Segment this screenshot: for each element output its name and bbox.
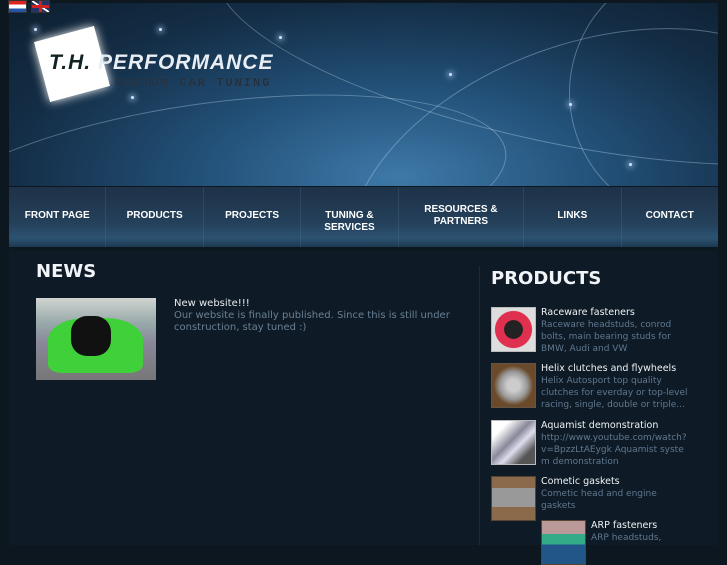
nav-links[interactable]: LINKS (524, 187, 622, 247)
product-name[interactable]: Raceware fasteners (541, 307, 691, 319)
site-header: T.H. PERFORMANCE CUSTOM CAR TUNING (9, 3, 718, 186)
logo-tagline: CUSTOM CAR TUNING (115, 76, 272, 90)
product-name[interactable]: Cometic gaskets (541, 476, 691, 488)
product-desc: ARP headstuds, (591, 533, 662, 543)
products-heading: PRODUCTS (491, 268, 602, 289)
nav-products[interactable]: PRODUCTS (106, 187, 204, 247)
nav-projects[interactable]: PROJECTS (204, 187, 302, 247)
logo-initials: T.H. (49, 51, 92, 74)
product-desc: Cometic head and engine gaskets (541, 489, 657, 511)
product-thumbnail[interactable] (541, 520, 586, 565)
logo-name: PERFORMANCE (97, 51, 274, 74)
product-thumbnail[interactable] (491, 307, 536, 352)
product-thumbnail[interactable] (491, 476, 536, 521)
nav-contact[interactable]: CONTACT (622, 187, 718, 247)
news-heading: NEWS (36, 261, 97, 282)
language-switcher (8, 0, 50, 13)
news-headline[interactable]: New website!!! (174, 298, 250, 309)
product-item[interactable]: Cometic gaskets Cometic head and engine g… (491, 476, 691, 521)
product-name[interactable]: Aquamist demonstration (541, 420, 691, 432)
product-item[interactable]: Aquamist demonstration http://www.youtube… (491, 420, 691, 468)
product-thumbnail[interactable] (491, 420, 536, 465)
product-item[interactable]: Raceware fasteners Raceware headstuds, co… (491, 307, 691, 355)
product-name[interactable]: Helix clutches and flywheels (541, 363, 691, 375)
product-desc: Helix Autosport top quality clutches for… (541, 376, 688, 410)
product-name[interactable]: ARP fasteners (591, 520, 727, 532)
nav-front-page[interactable]: FRONT PAGE (9, 187, 107, 247)
news-body: Our website is finally published. Since … (174, 310, 450, 333)
croatian-flag-icon[interactable] (8, 0, 27, 13)
product-item[interactable]: Helix clutches and flywheels Helix Autosp… (491, 363, 691, 411)
english-flag-icon[interactable] (31, 0, 50, 13)
news-image[interactable] (36, 298, 156, 380)
nav-tuning-services[interactable]: TUNING & SERVICES (301, 187, 399, 247)
product-desc: Raceware headstuds, conrod bolts, main b… (541, 320, 672, 354)
column-divider (479, 266, 480, 545)
product-item[interactable]: ARP fasteners ARP headstuds, (541, 520, 727, 565)
product-thumbnail[interactable] (491, 363, 536, 408)
main-nav: FRONT PAGE PRODUCTS PROJECTS TUNING & SE… (9, 187, 718, 247)
nav-resources-partners[interactable]: RESOURCES & PARTNERS (399, 187, 525, 247)
product-desc: http://www.youtube.com/watch?v=BpzzLtAEy… (541, 433, 687, 467)
